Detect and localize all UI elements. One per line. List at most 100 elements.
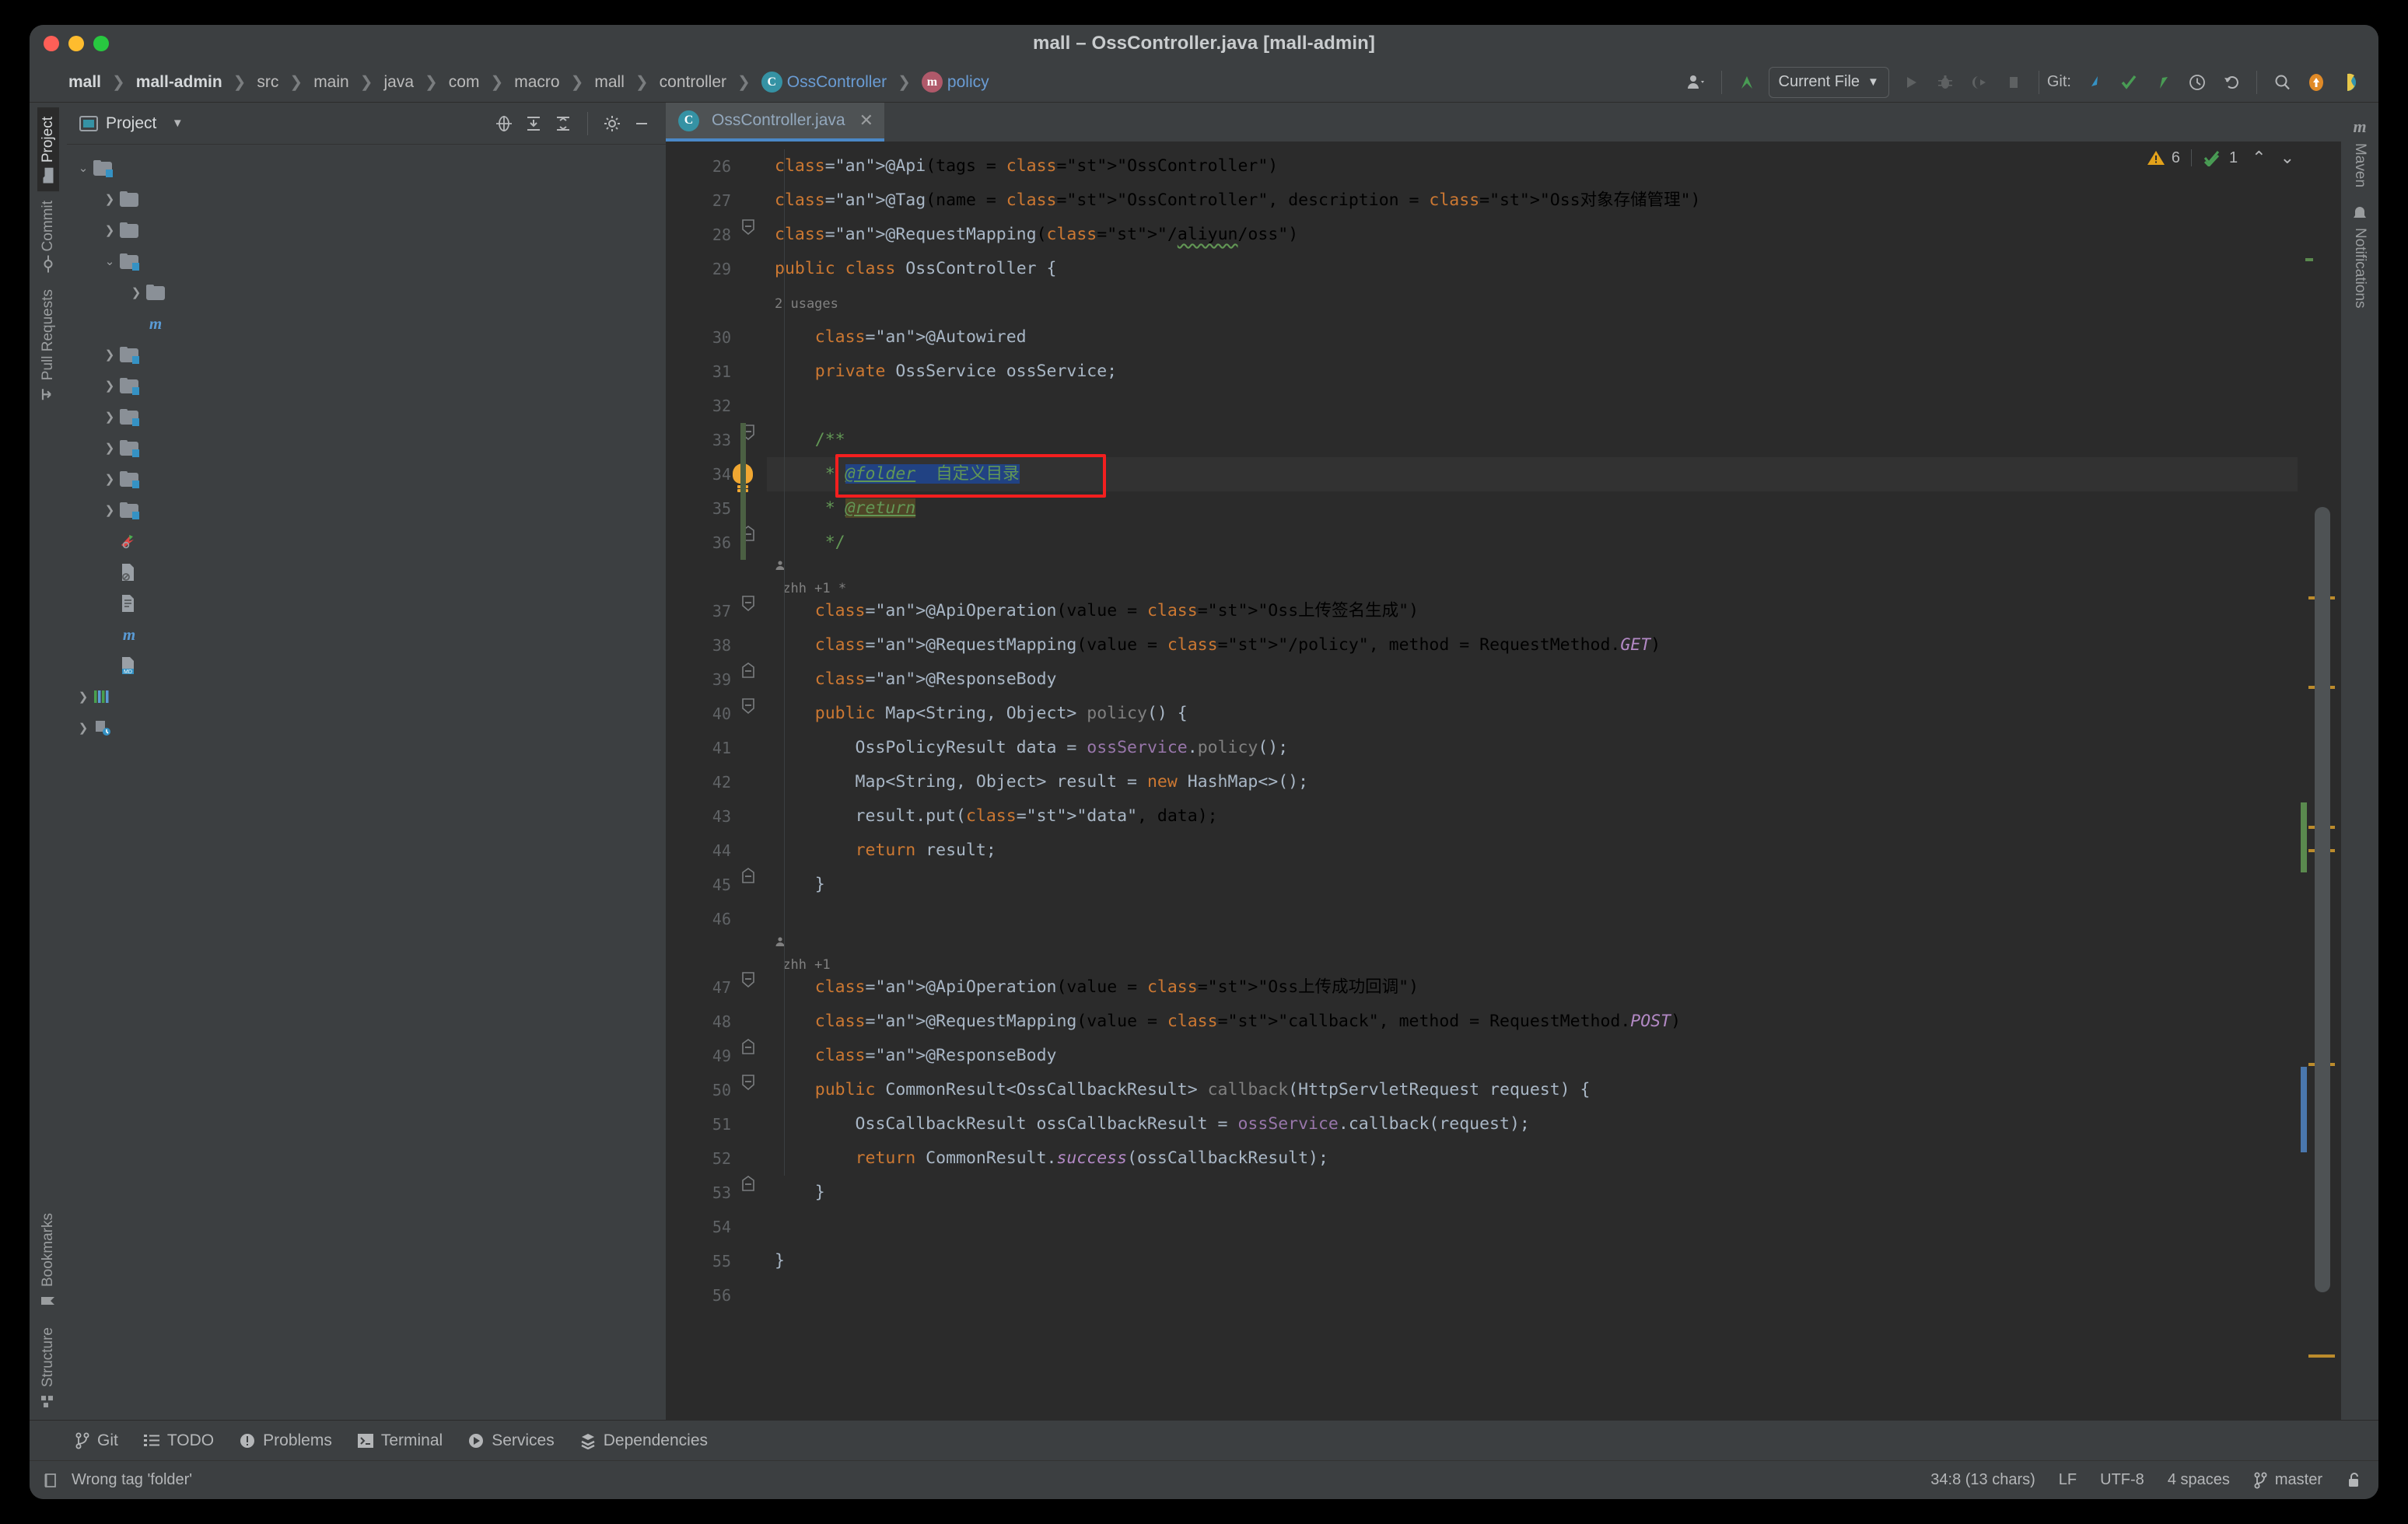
tree-item-mall-search[interactable]: ❯ — [67, 463, 666, 495]
chevron-right-icon[interactable]: ❯ — [100, 441, 120, 455]
bottom-tool-problems[interactable]: Problems — [229, 1428, 341, 1454]
code-line[interactable]: class="an">@ApiOperation(value = class="… — [775, 970, 1419, 1005]
code-content[interactable]: class="an">@Api(tags = class="st">"OssCo… — [767, 142, 2298, 1420]
code-fold-toggle[interactable] — [740, 594, 758, 611]
chevron-right-icon[interactable]: ❯ — [100, 348, 120, 362]
tree-item-mall-common[interactable]: ❯ — [67, 339, 666, 370]
tree-item-pom-xml[interactable]: m — [67, 619, 666, 650]
code-line[interactable]: public Map<String, Object> policy() { — [775, 697, 1188, 731]
chevron-right-icon[interactable]: ❯ — [100, 472, 120, 486]
code-line[interactable]: class="an">@RequestMapping(value = class… — [775, 628, 1661, 662]
warning-stripe-marker[interactable] — [2308, 1354, 2335, 1358]
chevron-right-icon[interactable]: ❯ — [100, 503, 120, 517]
tree-item-external-libraries[interactable]: ❯ — [67, 681, 666, 712]
code-line[interactable]: OssCallbackResult ossCallbackResult = os… — [775, 1107, 1530, 1141]
code-line[interactable]: zhh +1 * — [775, 560, 846, 594]
code-line[interactable]: } — [775, 868, 825, 902]
code-line[interactable]: class="an">@Tag(name = class="st">"OssCo… — [775, 184, 1701, 218]
code-editor[interactable]: 6 1 ⌃ ⌄ 26272829303132333435363738394041… — [666, 142, 2341, 1420]
window-controls[interactable] — [44, 36, 109, 51]
code-fold-toggle[interactable] — [740, 218, 758, 235]
code-fold-toggle[interactable] — [740, 1039, 758, 1056]
tab-osscontroller-java[interactable]: C OssController.java ✕ — [666, 103, 884, 142]
chevron-down-icon[interactable]: ⌄ — [2280, 148, 2294, 168]
code-line[interactable]: /** — [775, 423, 845, 457]
breadcrumb-item-osscontroller[interactable]: C OssController — [755, 69, 893, 95]
project-tree[interactable]: ⌄❯❯⌄❯m❯❯❯❯❯❯mMD❯❯ — [67, 145, 666, 1420]
sidebar-item-notifications[interactable]: Notifications — [2349, 197, 2371, 318]
code-fold-toggle[interactable] — [740, 868, 758, 885]
close-icon[interactable]: ✕ — [859, 110, 873, 131]
code-line[interactable]: Map<String, Object> result = new HashMap… — [775, 765, 1308, 799]
tree-item-scratches-and-consoles[interactable]: ❯ — [67, 712, 666, 743]
breadcrumb-item-macro[interactable]: macro — [508, 71, 565, 94]
tree-item-license[interactable] — [67, 588, 666, 619]
code-line[interactable]: class="an">@Autowired — [775, 320, 1027, 355]
caret-position[interactable]: 34:8 (13 chars) — [1930, 1471, 2035, 1489]
close-window-button[interactable] — [44, 36, 59, 51]
user-dropdown-icon[interactable] — [1679, 65, 1713, 100]
search-everywhere-icon[interactable] — [2265, 65, 2299, 100]
error-stripe-markers[interactable] — [2298, 142, 2341, 1420]
warning-highlight[interactable]: @return — [845, 498, 916, 518]
bottom-tool-services[interactable]: Services — [458, 1428, 564, 1454]
event-log-icon[interactable] — [44, 1472, 61, 1489]
rollback-icon[interactable] — [2214, 65, 2249, 100]
tree-item-readme-md[interactable]: MD — [67, 650, 666, 681]
chevron-right-icon[interactable]: ❯ — [73, 690, 93, 704]
hide-panel-icon[interactable] — [628, 110, 655, 137]
run-with-coverage-icon[interactable] — [1962, 65, 1997, 100]
code-line[interactable]: private OssService ossService; — [775, 355, 1117, 389]
code-line[interactable]: class="an">@Api(tags = class="st">"OssCo… — [775, 149, 1278, 184]
tree-item-mall[interactable]: ⌄ — [67, 152, 666, 184]
code-line[interactable]: zhh +1 — [775, 936, 831, 970]
git-branch-widget[interactable]: master — [2253, 1471, 2322, 1489]
tree-item-mall-admin[interactable]: ⌄ — [67, 246, 666, 277]
code-line[interactable]: class="an">@ResponseBody — [775, 662, 1056, 697]
chevron-right-icon[interactable]: ❯ — [100, 223, 120, 237]
code-line[interactable]: } — [775, 1244, 785, 1278]
chevron-right-icon[interactable]: ❯ — [73, 721, 93, 735]
settings-gear-icon[interactable] — [599, 110, 625, 137]
chevron-down-icon[interactable]: ⌄ — [73, 161, 93, 175]
tree-item-mall-security[interactable]: ❯ — [67, 495, 666, 526]
sidebar-item-bookmarks[interactable]: Bookmarks — [37, 1204, 59, 1318]
expand-all-icon[interactable] — [520, 110, 547, 137]
run-icon[interactable] — [1894, 65, 1928, 100]
tree-item-src[interactable]: ❯ — [67, 277, 666, 308]
ai-assistant-icon[interactable] — [2299, 65, 2333, 100]
code-line[interactable]: return result; — [775, 834, 996, 868]
sidebar-item-maven[interactable]: m Maven — [2349, 107, 2371, 197]
inspection-widget[interactable]: 6 1 ⌃ ⌄ — [2147, 148, 2294, 168]
maximize-window-button[interactable] — [93, 36, 109, 51]
run-configuration-selector[interactable]: Current File ▼ — [1769, 67, 1889, 98]
tree-item--apifox-uploader-config[interactable] — [67, 526, 666, 557]
code-line[interactable]: class="an">@ResponseBody — [775, 1039, 1056, 1073]
code-line[interactable]: public CommonResult<OssCallbackResult> c… — [775, 1073, 1591, 1107]
chevron-right-icon[interactable]: ❯ — [100, 379, 120, 393]
sidebar-item-pull-requests[interactable]: Pull Requests — [37, 280, 59, 410]
commit-icon[interactable] — [2112, 65, 2146, 100]
minimize-window-button[interactable] — [68, 36, 84, 51]
code-fold-toggle[interactable] — [740, 970, 758, 987]
breadcrumb-item-com[interactable]: com — [443, 71, 486, 94]
chevron-right-icon[interactable]: ❯ — [100, 410, 120, 424]
ok-stripe-marker[interactable] — [2305, 258, 2313, 261]
code-line[interactable]: */ — [775, 526, 845, 560]
tree-item--idea[interactable]: ❯ — [67, 184, 666, 215]
breadcrumb-item-main[interactable]: main — [307, 71, 355, 94]
breadcrumb-item-src[interactable]: src — [250, 71, 285, 94]
push-icon[interactable] — [2146, 65, 2180, 100]
code-line[interactable]: class="an">@RequestMapping(class="st">"/… — [775, 218, 1298, 252]
breadcrumb-item-controller[interactable]: controller — [653, 71, 733, 94]
breadcrumb-item-java[interactable]: java — [377, 71, 420, 94]
code-fold-toggle[interactable] — [740, 1073, 758, 1090]
breadcrumb-item-mall-pkg[interactable]: mall — [588, 71, 631, 94]
code-line[interactable]: return CommonResult.success(ossCallbackR… — [775, 1141, 1328, 1176]
stop-icon[interactable] — [1997, 65, 2031, 100]
file-encoding[interactable]: UTF-8 — [2100, 1471, 2144, 1489]
chevron-down-icon[interactable]: ▼ — [164, 110, 191, 137]
tree-item-mall-portal[interactable]: ❯ — [67, 432, 666, 463]
sidebar-item-structure[interactable]: Structure — [37, 1318, 59, 1417]
code-line[interactable]: OssPolicyResult data = ossService.policy… — [775, 731, 1288, 765]
